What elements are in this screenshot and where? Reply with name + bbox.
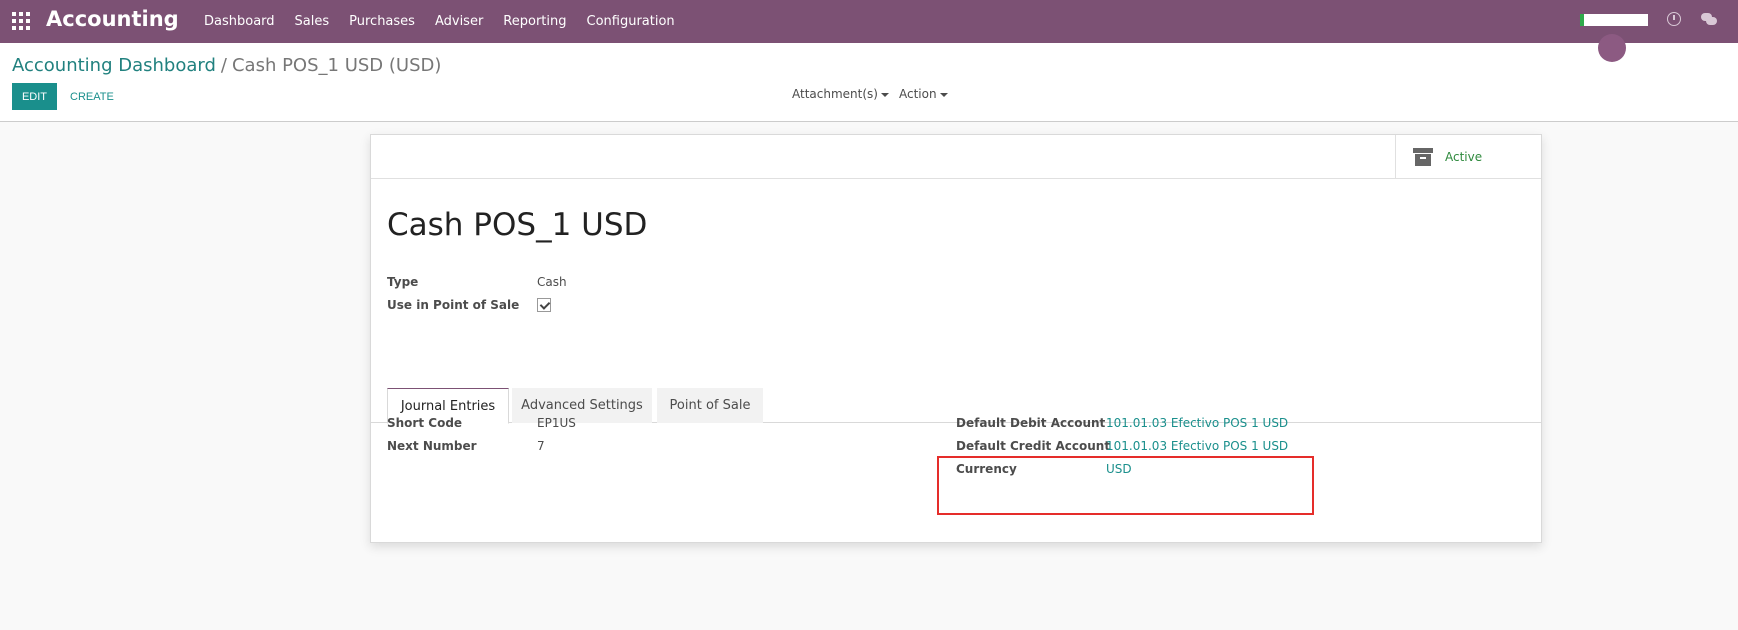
type-value: Cash	[537, 275, 567, 289]
short-code-value: EP1US	[537, 416, 576, 430]
menu-purchases[interactable]: Purchases	[349, 14, 415, 29]
debit-account-link[interactable]: 101.01.03 Efectivo POS 1 USD	[1106, 416, 1288, 430]
attachments-dropdown[interactable]: Attachment(s)	[792, 87, 889, 101]
active-label: Active	[1445, 150, 1483, 164]
short-code-label: Short Code	[387, 416, 463, 430]
active-toggle-button[interactable]: Active	[1395, 135, 1541, 179]
edit-button[interactable]: EDIT	[12, 83, 57, 110]
button-box: Active	[371, 135, 1541, 179]
action-label: Action	[898, 87, 937, 101]
attachments-label: Attachment(s)	[792, 87, 878, 101]
pos-label: Use in Point of Sale	[387, 298, 520, 312]
debit-account-label: Default Debit Account	[956, 416, 1106, 430]
currency-link[interactable]: USD	[1106, 462, 1132, 476]
form-sheet: Active Cash POS_1 USD Type Cash Use in P…	[370, 134, 1542, 543]
top-navbar: Accounting Dashboard Sales Purchases Adv…	[0, 0, 1738, 43]
chat-icon[interactable]	[1701, 13, 1717, 25]
credit-account-link[interactable]: 101.01.03 Efectivo POS 1 USD	[1106, 439, 1288, 453]
archive-icon	[1413, 148, 1433, 166]
record-title: Cash POS_1 USD	[387, 207, 648, 243]
menu-sales[interactable]: Sales	[295, 14, 330, 29]
pos-checkbox[interactable]	[537, 298, 551, 312]
loading-bar	[1580, 14, 1648, 26]
tab-point-of-sale[interactable]: Point of Sale	[657, 388, 763, 423]
menu-configuration[interactable]: Configuration	[587, 14, 675, 29]
breadcrumb-separator: /	[220, 55, 227, 76]
breadcrumb: Accounting Dashboard / Cash POS_1 USD (USD…	[12, 55, 441, 76]
menu-dashboard[interactable]: Dashboard	[204, 14, 275, 29]
control-panel: Accounting Dashboard / Cash POS_1 USD (USD…	[0, 43, 1738, 122]
clock-icon[interactable]	[1667, 12, 1681, 26]
next-number-value: 7	[537, 439, 545, 453]
menu-adviser[interactable]: Adviser	[435, 14, 483, 29]
create-button[interactable]: CREATE	[70, 83, 114, 110]
main-menu: Dashboard Sales Purchases Adviser Report…	[204, 0, 695, 43]
app-brand: Accounting	[46, 7, 179, 31]
credit-account-label: Default Credit Account	[956, 439, 1111, 453]
breadcrumb-current: Cash POS_1 USD (USD)	[231, 55, 442, 76]
caret-down-icon	[880, 92, 889, 97]
sidebar-actions: Attachment(s) Action	[792, 87, 958, 101]
tab-advanced-settings[interactable]: Advanced Settings	[512, 388, 652, 423]
caret-down-icon	[939, 92, 948, 97]
type-label: Type	[387, 275, 419, 289]
breadcrumb-parent-link[interactable]: Accounting Dashboard	[12, 55, 216, 76]
next-number-label: Next Number	[387, 439, 477, 453]
action-dropdown[interactable]: Action	[899, 87, 948, 101]
menu-reporting[interactable]: Reporting	[503, 14, 566, 29]
avatar[interactable]	[1598, 34, 1626, 62]
apps-grid-icon[interactable]	[12, 12, 30, 30]
currency-label: Currency	[956, 462, 1017, 476]
